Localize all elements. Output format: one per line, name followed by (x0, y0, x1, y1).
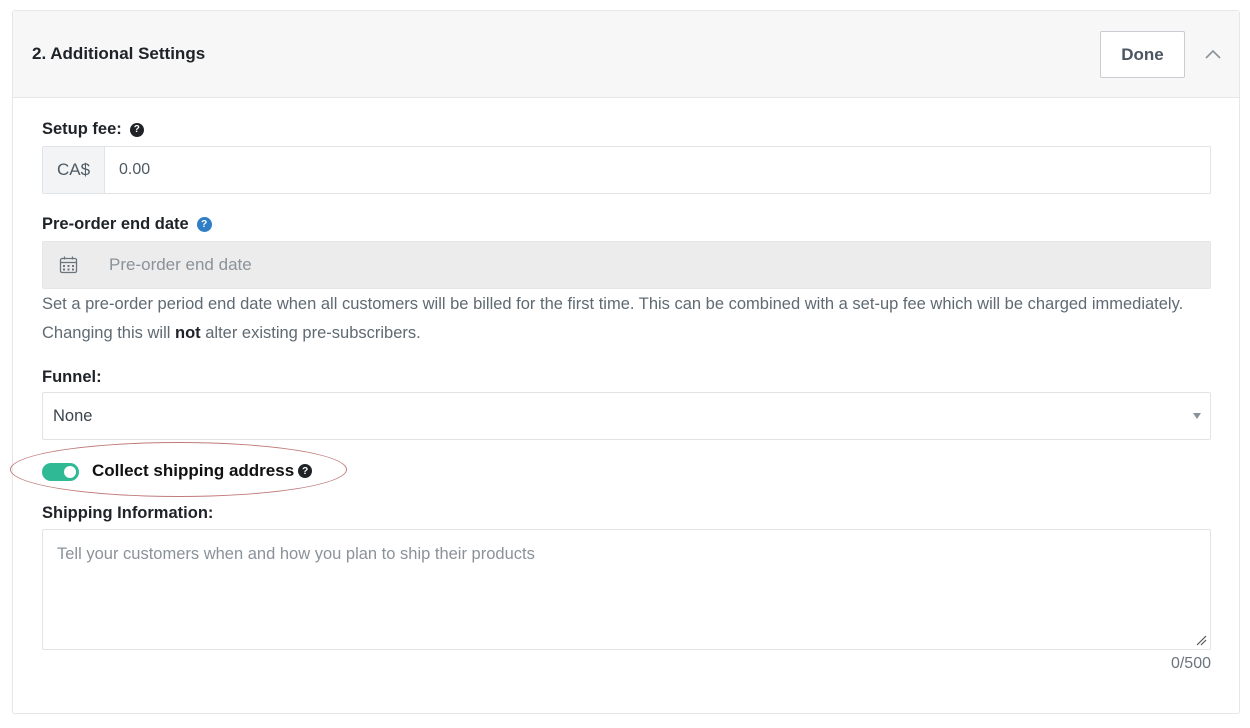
preorder-end-date-label-row: Pre-order end date ? (42, 215, 212, 234)
funnel-selected-value: None (53, 406, 93, 425)
chevron-up-icon[interactable] (1203, 44, 1223, 64)
setup-fee-field[interactable]: CA$ 0.00 (42, 146, 1211, 194)
shipping-info-textarea[interactable]: Tell your customers when and how you pla… (42, 529, 1211, 650)
currency-prefix: CA$ (43, 147, 105, 193)
help-text-part2: alter existing pre-subscribers. (200, 324, 421, 342)
help-text-bold: not (174, 324, 201, 342)
question-circle-icon[interactable]: ? (129, 122, 144, 137)
toggle-knob (64, 466, 76, 478)
calendar-icon[interactable] (43, 242, 94, 288)
question-circle-icon[interactable]: ? (298, 464, 313, 478)
funnel-select[interactable]: None (42, 392, 1211, 440)
character-counter: 0/500 (1170, 655, 1211, 672)
question-circle-icon[interactable]: ? (196, 217, 212, 232)
preorder-end-date-input[interactable]: Pre-order end date (94, 242, 1210, 288)
preorder-help-text: Set a pre-order period end date when all… (42, 290, 1202, 348)
preorder-end-date-field[interactable]: Pre-order end date (42, 241, 1211, 289)
collect-shipping-label: Collect shipping address (92, 461, 295, 480)
collect-shipping-toggle[interactable] (42, 463, 79, 481)
shipping-info-placeholder: Tell your customers when and how you pla… (57, 545, 535, 563)
preorder-end-date-label: Pre-order end date (42, 215, 189, 233)
shipping-info-label: Shipping Information: (42, 504, 214, 522)
panel-title: 2. Additional Settings (32, 44, 206, 63)
setup-fee-input[interactable]: 0.00 (105, 147, 1210, 193)
done-button[interactable]: Done (1100, 31, 1185, 78)
panel-header: 2. Additional Settings Done (13, 11, 1239, 98)
resize-handle-icon[interactable] (1195, 634, 1207, 646)
collect-shipping-label-row: Collect shipping address ? (92, 461, 313, 481)
setup-fee-label-row: Setup fee: ? (42, 120, 144, 139)
funnel-label: Funnel: (42, 368, 102, 386)
caret-down-icon (1193, 413, 1201, 419)
setup-fee-label: Setup fee: (42, 120, 122, 138)
additional-settings-panel: 2. Additional Settings Done Setup fee: ?… (10, 10, 1240, 714)
